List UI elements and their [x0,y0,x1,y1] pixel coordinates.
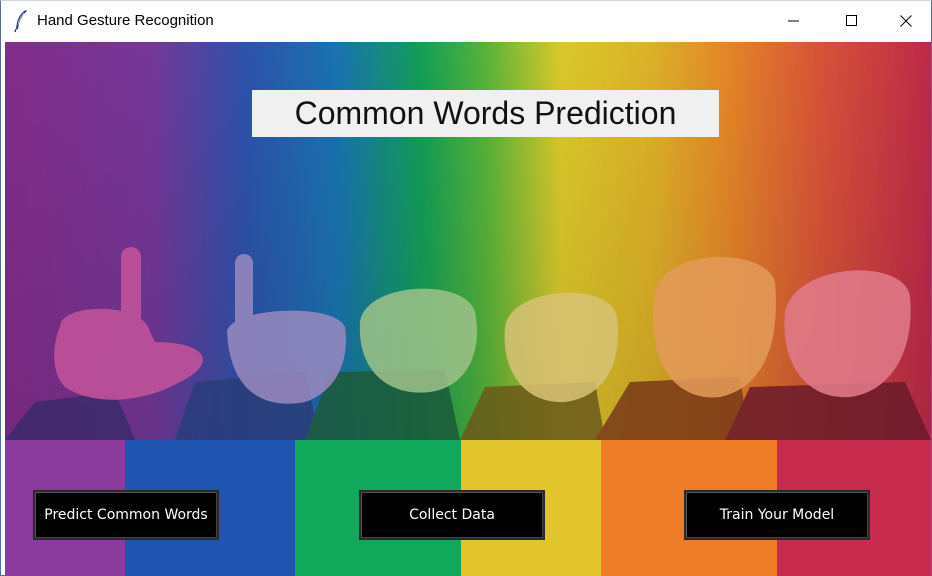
main-canvas: Common Words Prediction Predict Common W… [5,42,931,576]
minimize-icon [788,15,800,27]
feather-icon [12,9,30,33]
maximize-button[interactable] [823,1,881,41]
app-window: Hand Gesture Recognition Common Words Pr… [0,0,932,576]
page-title: Common Words Prediction [294,95,677,131]
minimize-button[interactable] [765,1,823,41]
page-title-box: Common Words Prediction [252,90,719,137]
predict-common-words-button[interactable]: Predict Common Words [33,490,219,540]
close-icon [900,15,912,27]
window-title: Hand Gesture Recognition [37,12,214,29]
title-bar[interactable]: Hand Gesture Recognition [1,1,931,41]
train-model-button[interactable]: Train Your Model [684,490,870,540]
collect-data-button[interactable]: Collect Data [359,490,545,540]
close-button[interactable] [881,1,931,41]
maximize-icon [846,15,858,27]
